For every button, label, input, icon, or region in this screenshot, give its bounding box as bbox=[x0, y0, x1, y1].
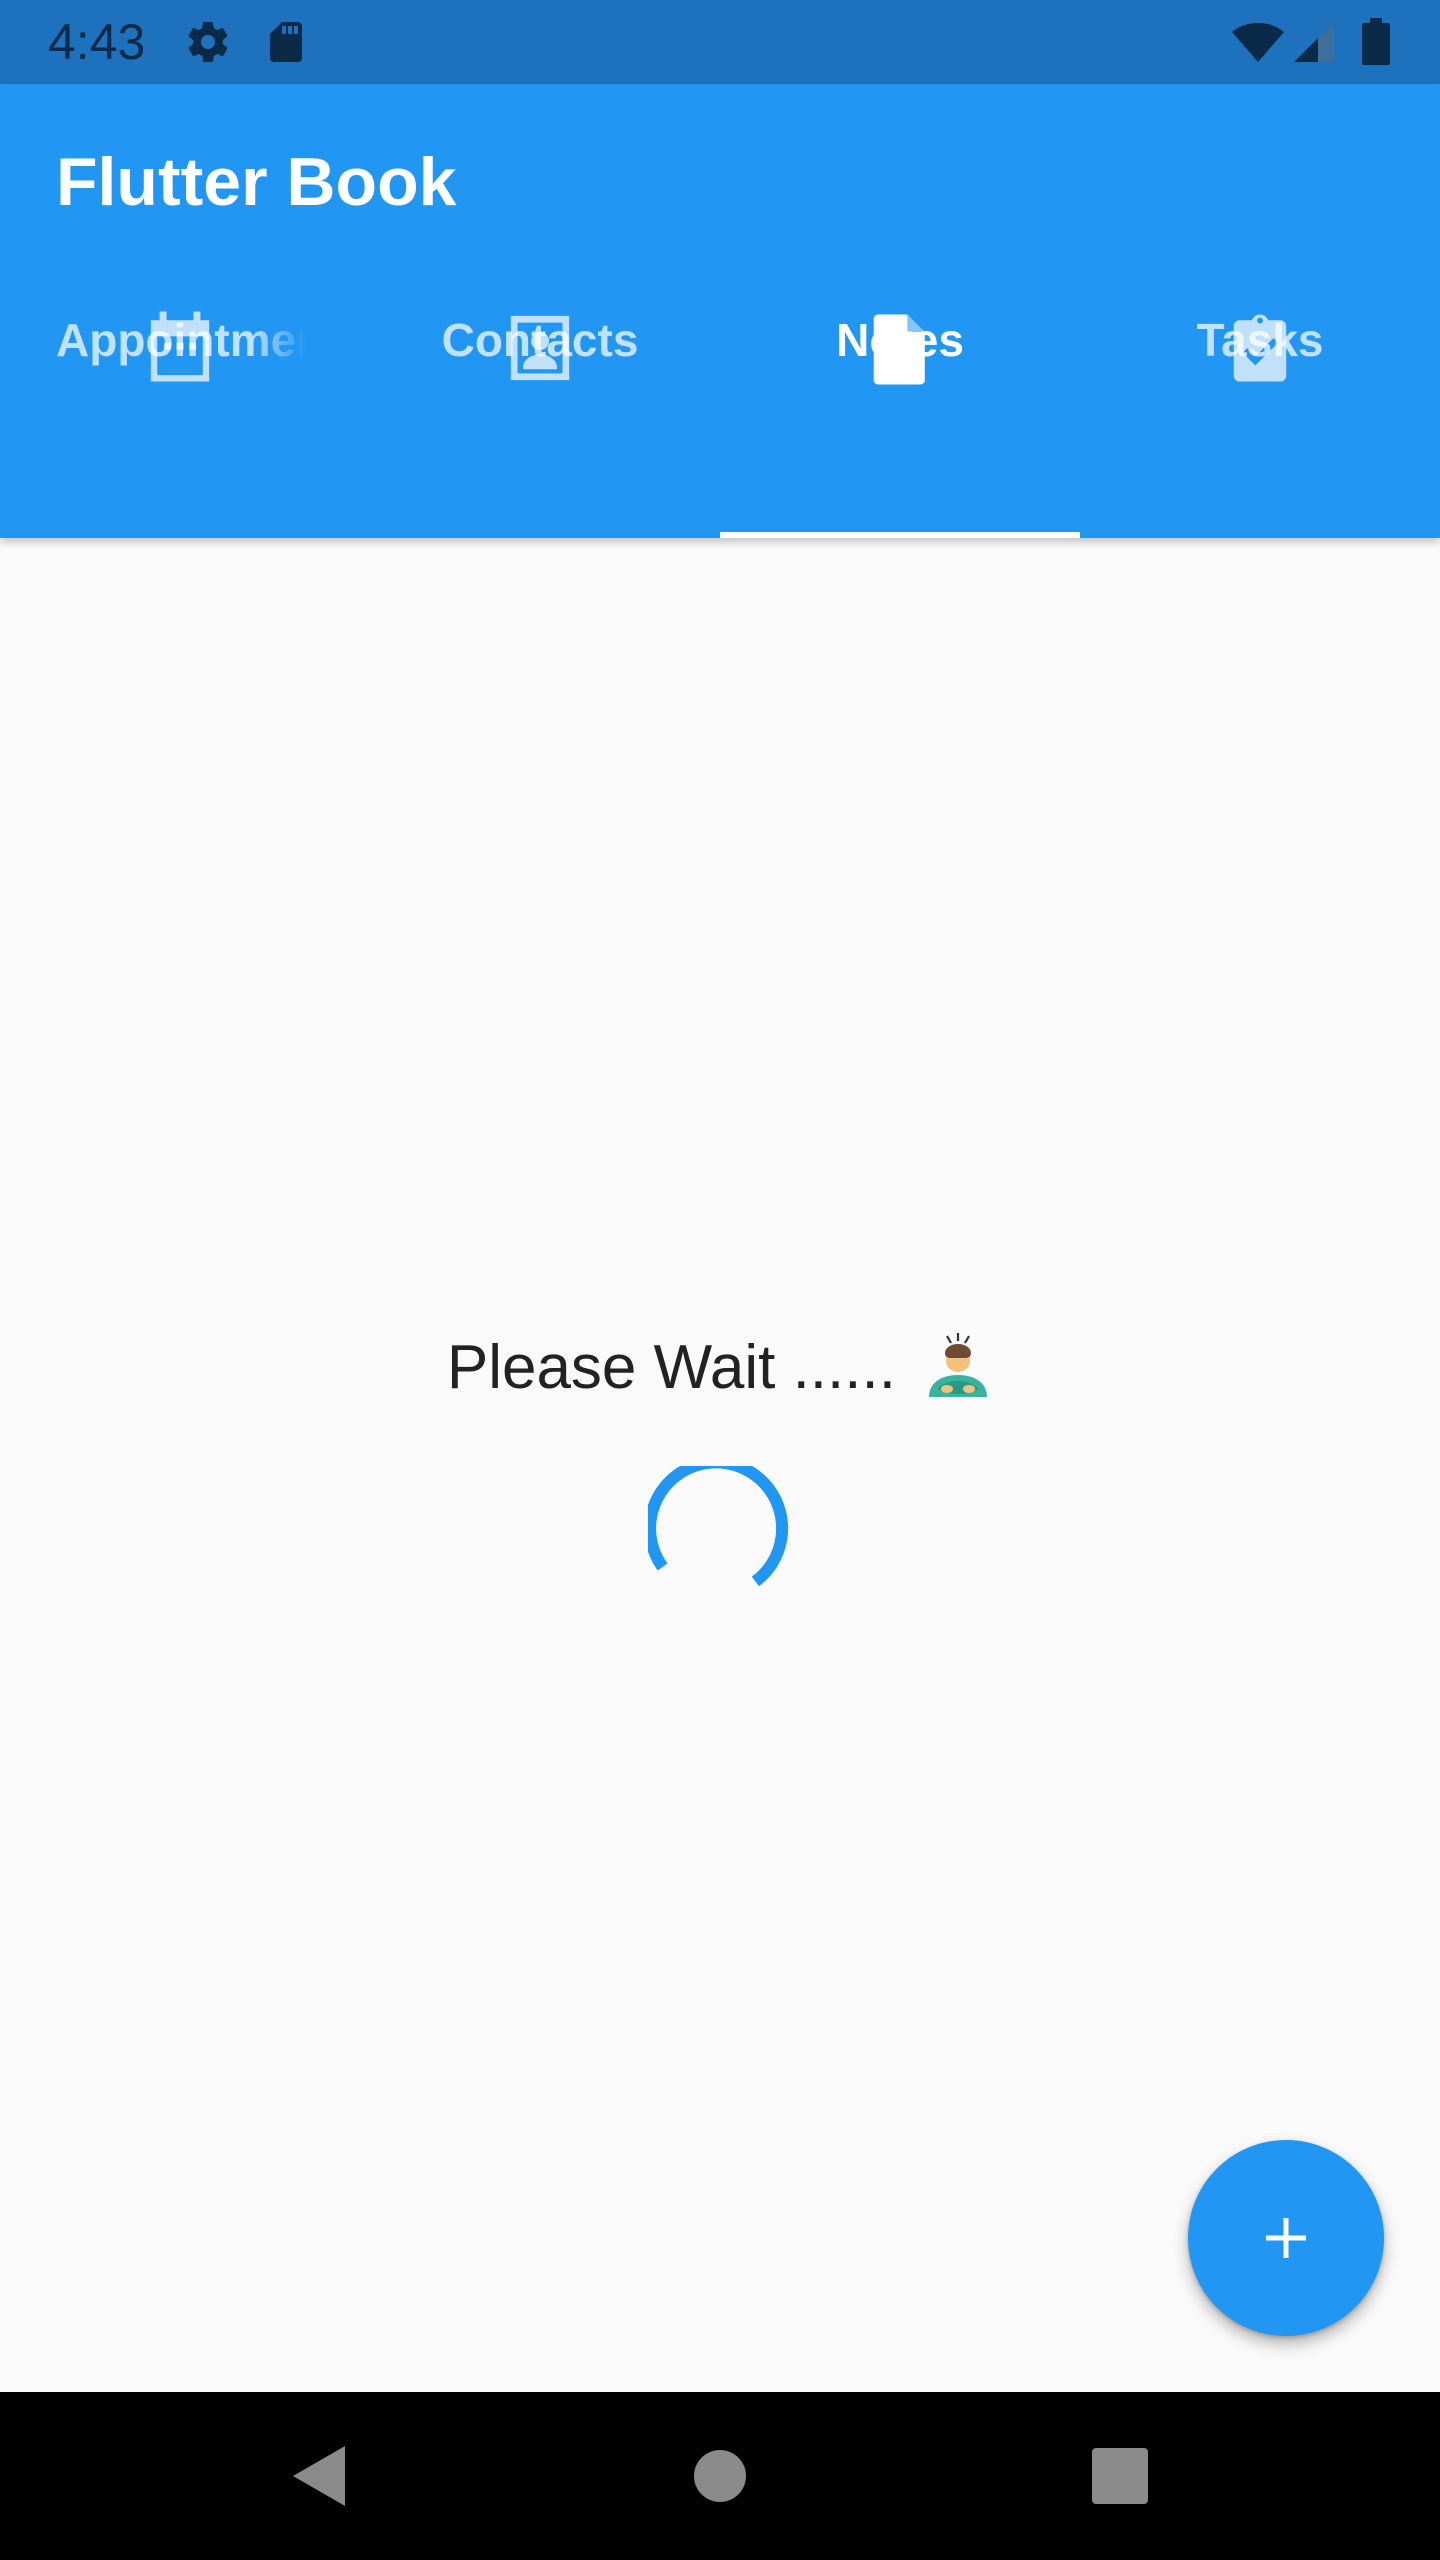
app-bar: Flutter Book Appointments bbox=[0, 84, 1440, 538]
sd-card-icon bbox=[262, 18, 310, 66]
app-screen: 4:43 Flutter Book Appointme Contacts Not… bbox=[0, 0, 1440, 2560]
tab-label-contacts: Contacts bbox=[441, 314, 639, 366]
back-icon[interactable] bbox=[275, 2432, 363, 2520]
tab-appointments[interactable]: Appointments bbox=[0, 308, 360, 538]
wifi-icon bbox=[1230, 18, 1286, 66]
gear-icon bbox=[184, 18, 232, 66]
tab-bar: Appointments Contacts bbox=[0, 308, 1440, 538]
home-icon[interactable] bbox=[676, 2432, 764, 2520]
tab-indicator bbox=[720, 532, 1080, 538]
app-title: Flutter Book bbox=[56, 144, 457, 220]
loading-message: Please Wait ...... bbox=[0, 1330, 1440, 1407]
tab-tasks[interactable]: Tasks bbox=[1080, 308, 1440, 538]
navigation-bar bbox=[0, 2392, 1440, 2560]
tab-notes[interactable]: Notes bbox=[720, 308, 1080, 538]
status-time: 4:43 bbox=[48, 14, 146, 70]
tab-label-appointments: Appointments bbox=[56, 314, 306, 366]
plus-icon bbox=[1266, 2218, 1306, 2258]
battery-icon bbox=[1362, 18, 1390, 66]
loading-text: Please Wait ...... bbox=[446, 1333, 896, 1402]
recents-icon[interactable] bbox=[1076, 2432, 1164, 2520]
tab-label-tasks: Tasks bbox=[1196, 314, 1324, 366]
tab-label-notes: Notes bbox=[836, 314, 964, 366]
add-note-button[interactable] bbox=[1188, 2140, 1384, 2336]
signal-icon bbox=[1292, 18, 1336, 66]
tab-contacts[interactable]: Contacts bbox=[360, 308, 720, 538]
loading-spinner bbox=[648, 1466, 789, 1587]
person-bowing-emoji-icon bbox=[923, 1331, 993, 1401]
status-bar: 4:43 bbox=[0, 0, 1440, 84]
